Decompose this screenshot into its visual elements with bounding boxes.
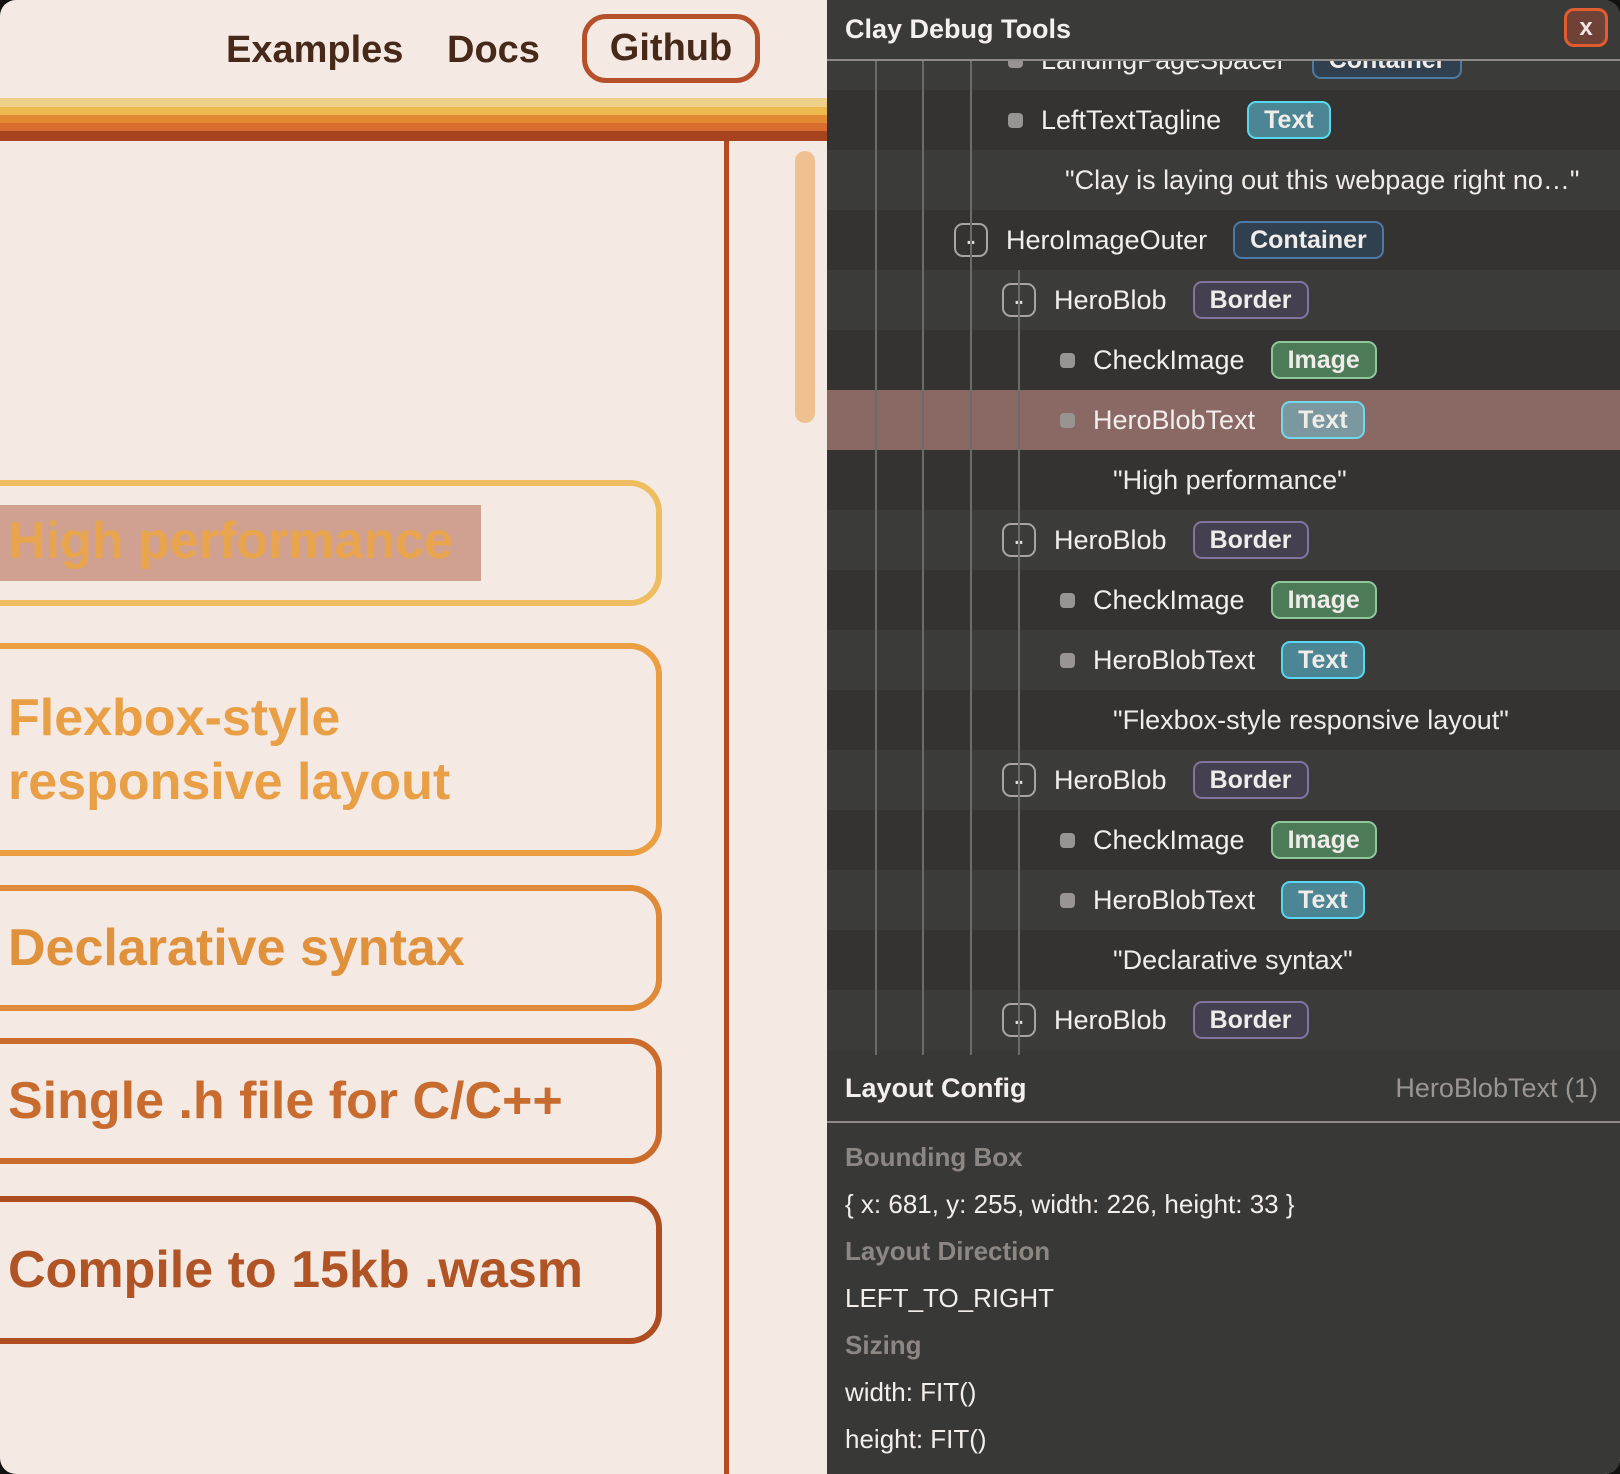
tree-row-heroblob[interactable]: -HeroBlobBorder <box>827 750 1620 810</box>
element-type-badge: Image <box>1271 581 1377 619</box>
leaf-bullet-icon <box>1060 833 1075 848</box>
element-type-badge: Container <box>1233 221 1384 259</box>
github-button[interactable]: Github <box>582 14 760 83</box>
nav-link-examples[interactable]: Examples <box>226 27 403 73</box>
element-name-label: HeroBlobText <box>1093 405 1255 436</box>
indent-guide-line <box>922 61 924 1055</box>
text-content-preview: "Declarative syntax" <box>1113 945 1353 976</box>
leaf-bullet-icon <box>1060 413 1075 428</box>
clay-debug-panel: LandingPageSpacerContainerLeftTextTaglin… <box>827 0 1620 1474</box>
nav-link-docs[interactable]: Docs <box>447 27 540 73</box>
hero-blob-text: Single .h file for C/C++ <box>8 1069 563 1133</box>
hero-blob-text: Flexbox-style responsive layout <box>8 686 616 814</box>
stripe-4 <box>0 131 827 141</box>
text-content-preview: "Flexbox-style responsive layout" <box>1113 705 1509 736</box>
tree-row-text-content[interactable]: "Declarative syntax" <box>827 930 1620 990</box>
close-icon[interactable]: x <box>1564 8 1608 47</box>
config-field-label: Layout Direction <box>845 1234 1602 1268</box>
indent-guide-line <box>875 61 877 1055</box>
element-name-label: CheckImage <box>1093 825 1245 856</box>
element-name-label: HeroImageOuter <box>1006 225 1207 256</box>
config-field-label: Bounding Box <box>845 1140 1602 1174</box>
debug-panel-header: Clay Debug Tools x <box>827 0 1620 61</box>
stripe-0 <box>0 98 827 107</box>
element-name-label: LeftTextTagline <box>1041 105 1221 136</box>
element-type-badge: Border <box>1193 1001 1309 1039</box>
tree-row-heroblobtext[interactable]: HeroBlobText Text <box>827 870 1620 930</box>
text-content-preview: "High performance" <box>1113 465 1347 496</box>
element-name-label: HeroBlobText <box>1093 885 1255 916</box>
layout-config-title: Layout Config <box>845 1073 1026 1104</box>
leaf-bullet-icon <box>1060 653 1075 668</box>
tree-row-lefttexttagline[interactable]: LeftTextTagline Text <box>827 90 1620 150</box>
leaf-bullet-icon <box>1008 113 1023 128</box>
rainbow-stripe-bar <box>0 98 827 141</box>
indent-guide-line <box>970 61 972 1055</box>
stripe-1 <box>0 107 827 115</box>
config-field-value: height: FIT() <box>845 1422 1602 1456</box>
config-field-label: Sizing <box>845 1328 1602 1362</box>
tree-row-text-content[interactable]: "Flexbox-style responsive layout" <box>827 690 1620 750</box>
element-type-badge: Border <box>1193 761 1309 799</box>
debug-panel-title: Clay Debug Tools <box>845 14 1071 45</box>
element-name-label: CheckImage <box>1093 585 1245 616</box>
page-vertical-divider <box>724 141 729 1474</box>
tree-row-text-content[interactable]: "High performance" <box>827 450 1620 510</box>
element-type-badge: Text <box>1281 401 1365 439</box>
hero-blob-text: Declarative syntax <box>8 916 465 980</box>
element-name-label: HeroBlob <box>1054 1005 1167 1036</box>
element-name-label: HeroBlob <box>1054 525 1167 556</box>
clay-demo-page: Examples Docs Github High performance Fle… <box>0 0 827 1474</box>
github-button-label: Github <box>610 27 732 70</box>
element-type-badge: Text <box>1247 101 1331 139</box>
hero-blob-box: Declarative syntax <box>0 885 662 1011</box>
indent-guide-line <box>1018 270 1020 1055</box>
hero-blob-box: Single .h file for C/C++ <box>0 1038 662 1164</box>
hero-blob-text-highlighted: High performance <box>0 505 481 581</box>
element-name-label: HeroBlobText <box>1093 645 1255 676</box>
tree-row-heroblob[interactable]: -HeroBlobBorder <box>827 510 1620 570</box>
element-type-badge: Border <box>1193 281 1309 319</box>
tree-row-checkimage[interactable]: CheckImage Image <box>827 570 1620 630</box>
element-name-label: HeroBlob <box>1054 285 1167 316</box>
tree-row-text-content[interactable]: "Clay is laying out this webpage right n… <box>827 150 1620 210</box>
page-scrollbar-thumb[interactable] <box>795 151 815 423</box>
element-name-label: CheckImage <box>1093 345 1245 376</box>
element-tree: LandingPageSpacerContainerLeftTextTaglin… <box>827 0 1620 1055</box>
config-field-value: width: FIT() <box>845 1375 1602 1409</box>
tree-row-heroblobtext[interactable]: HeroBlobText Text <box>827 390 1620 450</box>
hero-blob-box: High performance <box>0 480 662 606</box>
selected-element-label: HeroBlobText (1) <box>1395 1073 1598 1104</box>
element-type-badge: Text <box>1281 641 1365 679</box>
tree-row-heroimageouter[interactable]: -HeroImageOuterContainer <box>827 210 1620 270</box>
hero-blob-text: Compile to 15kb .wasm <box>8 1238 583 1302</box>
tree-row-heroblob[interactable]: -HeroBlobBorder <box>827 270 1620 330</box>
stripe-3 <box>0 123 827 131</box>
tree-row-heroblob[interactable]: -HeroBlobBorder <box>827 990 1620 1050</box>
stripe-2 <box>0 115 827 123</box>
leaf-bullet-icon <box>1060 893 1075 908</box>
element-name-label: HeroBlob <box>1054 765 1167 796</box>
tree-row-checkimage[interactable]: CheckImage Image <box>827 330 1620 390</box>
hero-blob-box: Flexbox-style responsive layout <box>0 643 662 856</box>
app-window: Examples Docs Github High performance Fle… <box>0 0 1620 1474</box>
layout-config-header: Layout Config HeroBlobText (1) <box>827 1055 1620 1123</box>
element-type-badge: Border <box>1193 521 1309 559</box>
leaf-bullet-icon <box>1060 353 1075 368</box>
text-content-preview: "Clay is laying out this webpage right n… <box>1065 165 1579 196</box>
tree-row-checkimage[interactable]: CheckImage Image <box>827 810 1620 870</box>
hero-blob-box: Compile to 15kb .wasm <box>0 1196 662 1344</box>
leaf-bullet-icon <box>1060 593 1075 608</box>
element-type-badge: Image <box>1271 821 1377 859</box>
config-field-value: LEFT_TO_RIGHT <box>845 1281 1602 1315</box>
element-type-badge: Image <box>1271 341 1377 379</box>
tree-row-heroblobtext[interactable]: HeroBlobText Text <box>827 630 1620 690</box>
config-field-value: { x: 681, y: 255, width: 226, height: 33… <box>845 1187 1602 1221</box>
element-type-badge: Text <box>1281 881 1365 919</box>
